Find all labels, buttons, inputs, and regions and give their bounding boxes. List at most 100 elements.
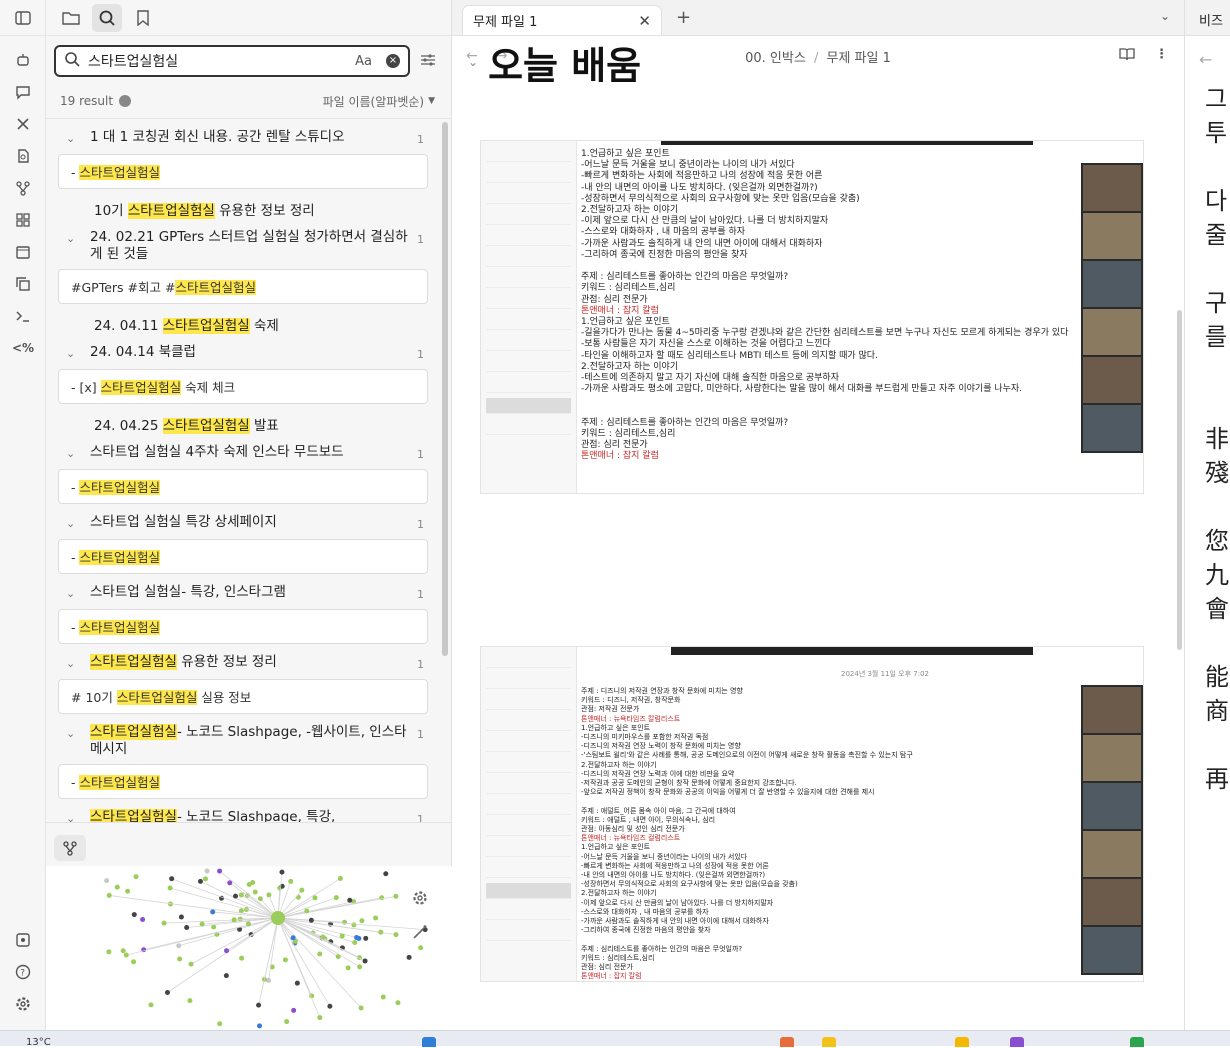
- graph-node[interactable]: [197, 878, 203, 884]
- graph-node[interactable]: [312, 895, 318, 901]
- result-snippet[interactable]: - 스타트업실험실: [58, 609, 428, 644]
- graph-node[interactable]: [114, 884, 120, 890]
- grid-icon[interactable]: [0, 204, 46, 236]
- graph-node[interactable]: [288, 878, 294, 884]
- graph-node[interactable]: [351, 922, 357, 928]
- collapse-chevron-icon[interactable]: ⌄: [66, 655, 82, 672]
- magic-wand-icon[interactable]: [412, 924, 428, 944]
- result-group-header[interactable]: ⌄ 스타트업실험실- 노코드 Slashpage, 특강, 1: [58, 809, 440, 822]
- graph-node[interactable]: [358, 1005, 364, 1011]
- graph-node[interactable]: [204, 868, 210, 874]
- graph-node[interactable]: [210, 909, 216, 915]
- graph-node[interactable]: [317, 1015, 323, 1021]
- graph-node[interactable]: [337, 875, 343, 881]
- sort-dropdown[interactable]: 파일 이름(알파벳순) ▼: [323, 93, 435, 110]
- search-settings-icon[interactable]: [420, 52, 436, 71]
- graph-node[interactable]: [177, 956, 183, 962]
- graph-node[interactable]: [345, 965, 351, 971]
- graph-node[interactable]: [282, 957, 288, 963]
- files-tab[interactable]: [56, 4, 86, 32]
- embedded-screenshot-1[interactable]: 1.언급하고 싶은 포인트 -어느날 문득 거울을 보니 중년이라는 나이의 내가…: [480, 140, 1144, 494]
- graph-canvas[interactable]: [46, 866, 452, 1030]
- graph-node[interactable]: [294, 980, 300, 986]
- result-file-item[interactable]: 24. 04.11 스타트업실험실 숙제: [58, 314, 440, 334]
- graph-node[interactable]: [266, 892, 272, 898]
- result-group-header[interactable]: ⌄ 스타트업실험실- 노코드 Slashpage, -웹사이트, 인스타 메시지 1: [58, 724, 440, 758]
- graph-node[interactable]: [359, 918, 365, 924]
- tab-untitled[interactable]: 무제 파일 1 ✕: [462, 5, 662, 35]
- terminal-icon[interactable]: [0, 300, 46, 332]
- graph-node[interactable]: [106, 892, 112, 898]
- graph-node[interactable]: [202, 876, 208, 882]
- graph-node[interactable]: [217, 1021, 223, 1027]
- reading-view-icon[interactable]: [1119, 47, 1135, 65]
- note-content[interactable]: ⌄ 오늘 배움: [468, 44, 641, 83]
- collapse-chevron-icon[interactable]: ⌄: [66, 130, 82, 147]
- graph-node[interactable]: [373, 915, 379, 921]
- tab-list-chevron-icon[interactable]: ⌄: [1160, 9, 1170, 23]
- graph-node[interactable]: [363, 935, 369, 941]
- graph-node[interactable]: [295, 894, 301, 900]
- graph-node[interactable]: [233, 893, 239, 899]
- more-options-icon[interactable]: ⋮: [1155, 47, 1168, 65]
- search-input[interactable]: [88, 53, 356, 69]
- graph-node[interactable]: [352, 939, 358, 945]
- graph-node[interactable]: [395, 1000, 401, 1006]
- chat-icon[interactable]: [0, 76, 46, 108]
- result-snippet[interactable]: #GPTers #회고 #스타트업실험실: [58, 269, 428, 304]
- settings-icon[interactable]: [0, 988, 46, 1020]
- search-tab[interactable]: [92, 3, 122, 32]
- graph-current-node[interactable]: [271, 911, 285, 925]
- collapse-chevron-icon[interactable]: ⌄: [66, 515, 82, 532]
- graph-node[interactable]: [133, 874, 139, 880]
- graph-node[interactable]: [256, 1002, 262, 1008]
- local-graph[interactable]: [46, 866, 452, 1030]
- graph-node[interactable]: [406, 954, 412, 960]
- graph-node[interactable]: [125, 888, 131, 894]
- note-heading[interactable]: 오늘 배움: [488, 42, 641, 83]
- graph-node[interactable]: [131, 912, 137, 918]
- graph-node[interactable]: [167, 885, 173, 891]
- result-group-header[interactable]: ⌄ 24. 02.21 GPTers 스터트업 실험실 청가하면서 결심하게 된 …: [58, 229, 440, 263]
- tools-icon[interactable]: [0, 108, 46, 140]
- graph-node[interactable]: [227, 880, 233, 886]
- robot-icon[interactable]: [0, 44, 46, 76]
- result-group-header[interactable]: ⌄ 스타트업 실험실 특강 상세페이지 1: [58, 514, 440, 533]
- graph-node[interactable]: [169, 876, 175, 882]
- copy-icon[interactable]: [0, 268, 46, 300]
- result-file-item[interactable]: 24. 04.25 스타트업실험실 발표: [58, 414, 440, 434]
- help-icon[interactable]: ?: [0, 956, 46, 988]
- new-tab-icon[interactable]: +: [676, 7, 691, 28]
- clear-search-icon[interactable]: ×: [386, 54, 400, 68]
- graph-node[interactable]: [217, 868, 223, 874]
- graph-node[interactable]: [418, 945, 424, 951]
- graph-view-button[interactable]: [54, 835, 86, 861]
- result-snippet[interactable]: - 스타트업실험실: [58, 539, 428, 574]
- embedded-screenshot-2[interactable]: 2024년 3월 11일 오후 7:02 주제 : 디즈니의 저작권 연장과 창…: [480, 646, 1144, 982]
- graph-node[interactable]: [178, 914, 184, 920]
- graph-node[interactable]: [199, 921, 205, 927]
- result-snippet[interactable]: - 스타트업실험실: [58, 764, 428, 799]
- match-case-toggle[interactable]: Aa: [355, 54, 372, 69]
- graph-node[interactable]: [223, 973, 229, 979]
- file-search-icon[interactable]: [0, 140, 46, 172]
- result-group-header[interactable]: ⌄ 스타트업실험실 유용한 정보 정리 1: [58, 654, 440, 673]
- graph-node[interactable]: [327, 1003, 333, 1009]
- graph-node[interactable]: [120, 948, 126, 954]
- graph-node[interactable]: [187, 998, 193, 1004]
- graph-node[interactable]: [342, 919, 348, 925]
- fold-chevron-icon[interactable]: ⌄: [468, 55, 478, 69]
- graph-node[interactable]: [123, 952, 129, 958]
- collapse-chevron-icon[interactable]: ⌄: [66, 445, 82, 462]
- result-group-header[interactable]: ⌄ 1 대 1 코칭권 회신 내용. 공간 렌탈 스튜디오 1: [58, 129, 440, 148]
- result-snippet[interactable]: - 스타트업실험실: [58, 469, 428, 504]
- graph-node[interactable]: [231, 917, 237, 923]
- graph-node[interactable]: [308, 917, 314, 923]
- graph-node[interactable]: [239, 955, 245, 961]
- graph-node[interactable]: [140, 917, 146, 923]
- result-snippet[interactable]: # 10기 스타트업실험실 실용 정보: [58, 679, 428, 714]
- graph-node[interactable]: [393, 893, 399, 899]
- graph-node[interactable]: [378, 929, 384, 935]
- right-back-arrow-icon[interactable]: ←: [1185, 36, 1230, 69]
- graph-node[interactable]: [357, 964, 363, 970]
